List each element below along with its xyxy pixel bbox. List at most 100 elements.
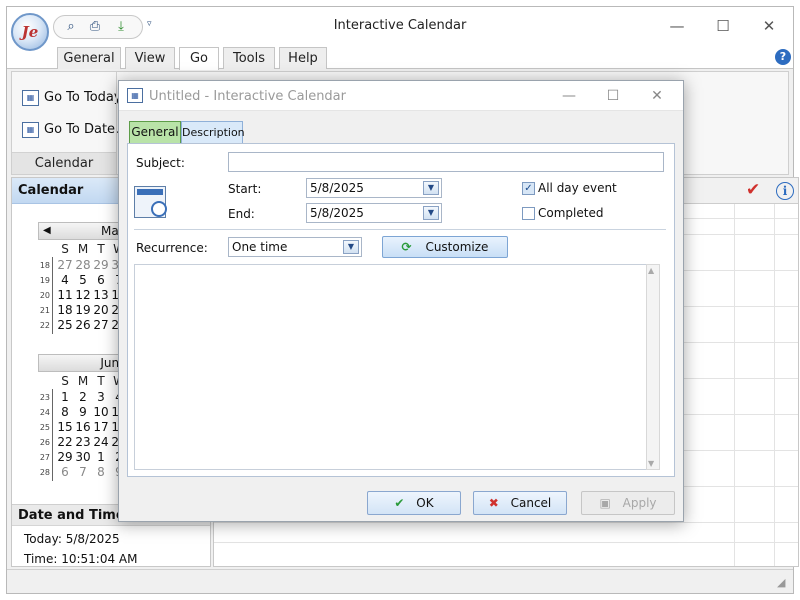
notes-textarea[interactable] (134, 264, 658, 470)
go-to-date-button[interactable]: ▦ Go To Date... (20, 118, 127, 142)
customize-button[interactable]: ⟳ Customize (382, 236, 508, 258)
maximize-button[interactable]: ☐ (703, 15, 743, 37)
dialog-title: Untitled - Interactive Calendar (149, 89, 346, 104)
day-cell[interactable]: 27 (56, 258, 74, 273)
dialog-close-button[interactable]: ✕ (639, 86, 675, 106)
close-button[interactable]: ✕ (749, 15, 789, 37)
day-cell[interactable]: 7 (74, 465, 92, 480)
recurrence-select[interactable]: One time ▼ (228, 237, 362, 257)
chevron-down-icon[interactable]: ▼ (423, 181, 439, 195)
scroll-up-icon[interactable]: ▲ (648, 266, 654, 275)
day-cell[interactable]: 25 (56, 318, 74, 333)
apply-button[interactable]: ▣ Apply (581, 491, 675, 515)
week-divider (52, 257, 53, 334)
tab-tools[interactable]: Tools (223, 47, 275, 69)
go-to-today-button[interactable]: ▦ Go To Today (20, 86, 122, 110)
prev-month-icon[interactable]: ◀ (43, 223, 51, 239)
today-text: Today: 5/8/2025 (24, 532, 120, 546)
week-number: 18 (39, 261, 50, 270)
day-cell[interactable]: 9 (74, 405, 92, 420)
recurrence-value: One time (232, 240, 288, 254)
recurrence-label: Recurrence: (136, 241, 208, 255)
refresh-icon: ⟳ (401, 240, 412, 254)
ribbon-tabs: General View Go Tools Help ? (7, 45, 793, 70)
all-day-label: All day event (538, 181, 617, 195)
day-cell[interactable]: 23 (74, 435, 92, 450)
info-icon[interactable]: i (776, 182, 794, 200)
week-number: 23 (39, 393, 50, 402)
day-cell[interactable]: 28 (74, 258, 92, 273)
day-cell[interactable]: 19 (74, 303, 92, 318)
chevron-down-icon[interactable]: ▼ (343, 240, 359, 254)
tab-general[interactable]: General (129, 121, 181, 144)
ribbon-group-label: Calendar (12, 152, 116, 174)
chevron-down-icon[interactable]: ▼ (423, 206, 439, 220)
week-number: 24 (39, 408, 50, 417)
completed-label: Completed (538, 206, 604, 220)
day-cell[interactable]: 5 (74, 273, 92, 288)
help-icon[interactable]: ? (775, 49, 791, 65)
day-cell[interactable]: 11 (56, 288, 74, 303)
subject-label: Subject: (136, 156, 185, 170)
tab-go[interactable]: Go (179, 47, 219, 70)
ok-button[interactable]: ✔ OK (367, 491, 461, 515)
day-cell[interactable]: 8 (56, 405, 74, 420)
day-cell[interactable]: 16 (74, 420, 92, 435)
start-date-value: 5/8/2025 (310, 181, 364, 195)
status-bar: ◢ (7, 569, 793, 593)
day-cell[interactable]: 12 (74, 288, 92, 303)
app-logo-icon[interactable]: Je (11, 13, 49, 51)
day-cell[interactable]: 6 (92, 273, 110, 288)
minimize-button[interactable]: — (657, 15, 697, 37)
day-cell[interactable]: 18 (56, 303, 74, 318)
day-cell[interactable]: 26 (74, 318, 92, 333)
customize-label: Customize (425, 240, 489, 254)
event-dialog: ▦ Untitled - Interactive Calendar — ☐ ✕ … (118, 80, 684, 522)
go-to-date-label: Go To Date... (44, 122, 128, 137)
day-cell[interactable]: 20 (92, 303, 110, 318)
resize-grip-icon[interactable]: ◢ (777, 576, 785, 589)
notes-scrollbar[interactable]: ▲ ▼ (646, 264, 660, 470)
checkmark-icon[interactable]: ✔ (746, 180, 760, 200)
day-cell[interactable]: 13 (92, 288, 110, 303)
scroll-down-icon[interactable]: ▼ (648, 459, 654, 468)
day-cell[interactable]: 4 (56, 273, 74, 288)
day-cell[interactable]: 15 (56, 420, 74, 435)
day-cell[interactable]: 2 (74, 390, 92, 405)
tab-help[interactable]: Help (279, 47, 327, 69)
event-calendar-icon (134, 186, 167, 218)
day-cell[interactable]: 8 (92, 465, 110, 480)
dialog-maximize-button[interactable]: ☐ (595, 86, 631, 106)
day-cell[interactable]: 6 (56, 465, 74, 480)
day-of-week-label: S (61, 242, 69, 256)
week-number: 26 (39, 438, 50, 447)
tab-description[interactable]: Description (181, 121, 245, 143)
cancel-icon: ✖ (488, 496, 499, 510)
day-cell[interactable]: 22 (56, 435, 74, 450)
day-cell[interactable]: 27 (92, 318, 110, 333)
cancel-button[interactable]: ✖ Cancel (473, 491, 567, 515)
calendar-today-icon: ▦ (22, 90, 39, 106)
day-cell[interactable]: 30 (74, 450, 92, 465)
week-divider (52, 389, 53, 481)
tab-general[interactable]: General (57, 47, 121, 69)
day-cell[interactable]: 1 (92, 450, 110, 465)
tab-view[interactable]: View (125, 47, 175, 69)
day-cell[interactable]: 3 (92, 390, 110, 405)
day-cell[interactable]: 1 (56, 390, 74, 405)
day-cell[interactable]: 29 (56, 450, 74, 465)
day-cell[interactable]: 24 (92, 435, 110, 450)
start-date-field[interactable]: 5/8/2025 ▼ (306, 178, 442, 198)
day-cell[interactable]: 29 (92, 258, 110, 273)
dialog-minimize-button[interactable]: — (551, 86, 587, 106)
go-to-today-label: Go To Today (44, 90, 122, 105)
end-date-field[interactable]: 5/8/2025 ▼ (306, 203, 442, 223)
completed-checkbox[interactable] (522, 207, 535, 220)
save-icon: ▣ (599, 496, 611, 510)
day-cell[interactable]: 10 (92, 405, 110, 420)
week-number: 19 (39, 276, 50, 285)
subject-field[interactable] (228, 152, 664, 172)
day-of-week-label: T (97, 242, 105, 256)
day-cell[interactable]: 17 (92, 420, 110, 435)
all-day-checkbox[interactable]: ✓ (522, 182, 535, 195)
